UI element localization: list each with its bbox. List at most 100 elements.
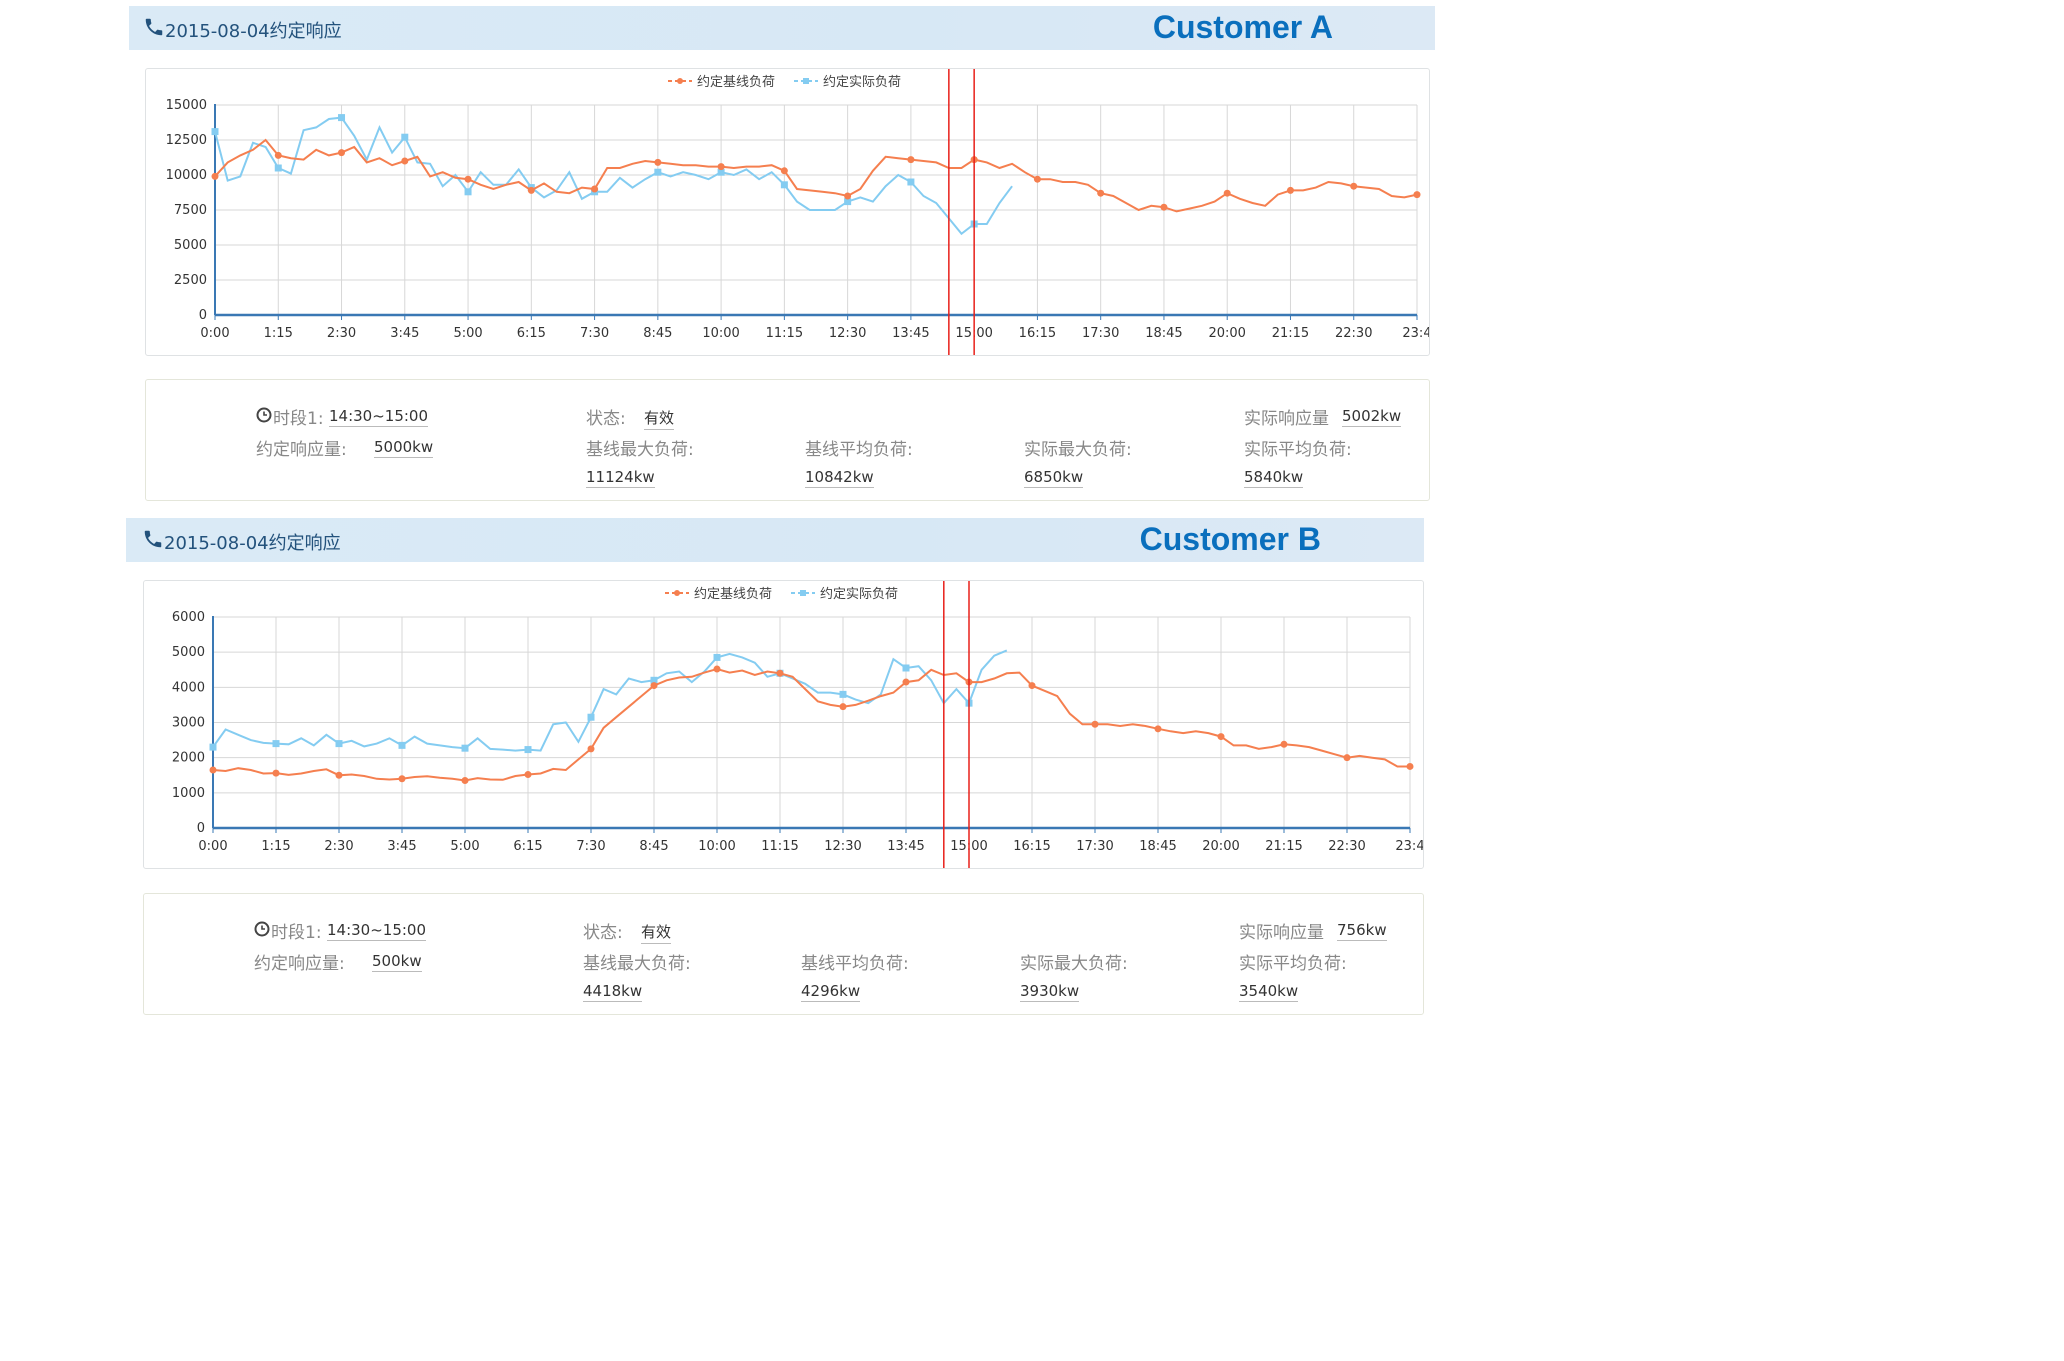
x-tick-label: 23:4 <box>1402 326 1429 341</box>
series-line-baseline <box>214 138 1418 213</box>
data-point-actual <box>335 740 343 748</box>
agreed-response-label: 约定响应量: <box>254 954 345 974</box>
baseline-avg-label: 基线平均负荷: <box>805 440 913 460</box>
y-tick-label: 5000 <box>172 645 205 660</box>
data-point-baseline <box>902 678 910 686</box>
line-chart-b: 0 1000 2000 3000 4000 5000 6000 0:00 1:15 2:30 3:4… <box>172 581 1423 868</box>
clock-icon <box>256 407 272 423</box>
data-point-baseline <box>401 157 409 165</box>
plot-area: 0 1000 2000 3000 4000 5000 6000 0:00 1:15 2:30 3:4… <box>172 610 1423 854</box>
period-value: 14:30~15:00 <box>329 407 429 427</box>
legend-marker-square <box>803 78 809 84</box>
y-tick-label: 12500 <box>166 133 207 148</box>
status-label: 状态: <box>586 409 626 429</box>
x-tick-label: 10:00 <box>698 839 735 854</box>
x-tick-label: 23:4 <box>1395 839 1423 854</box>
legend-marker-circle <box>674 590 680 596</box>
x-tick-label: 13:45 <box>892 326 929 341</box>
series-line-actual <box>212 649 1008 752</box>
actual-max-label: 实际最大负荷: <box>1020 954 1128 974</box>
baseline-max-label: 基线最大负荷: <box>583 954 691 974</box>
legend: 约定基线负荷 约定实际负荷 <box>665 587 898 602</box>
actual-response-value: 756kw <box>1337 921 1387 941</box>
data-point-actual <box>902 664 910 672</box>
data-point-actual <box>401 133 409 141</box>
series-line-baseline <box>212 667 1410 782</box>
actual-avg-value: 3540kw <box>1239 982 1299 1002</box>
x-tick-label: 22:30 <box>1335 326 1372 341</box>
info-panel-b: 时段1: 14:30~15:00 状态: 有效 实际响应量 756kw 约定响应… <box>143 893 1424 1015</box>
data-point-actual <box>464 188 472 196</box>
x-tick-label: 21:15 <box>1272 326 1309 341</box>
baseline-max-value: 11124kw <box>586 468 655 488</box>
x-tick-label: 7:30 <box>580 326 609 341</box>
data-point-baseline <box>717 163 725 171</box>
y-tick-label: 2000 <box>172 751 205 766</box>
data-point-actual <box>780 181 788 189</box>
customer-label: Customer B <box>1139 521 1321 557</box>
data-point-baseline <box>524 771 532 779</box>
baseline-avg-label: 基线平均负荷: <box>801 954 909 974</box>
y-tick-label: 2500 <box>174 273 207 288</box>
baseline-max-label: 基线最大负荷: <box>586 440 694 460</box>
data-point-baseline <box>211 172 219 180</box>
agreed-response-value: 500kw <box>372 952 422 972</box>
data-point-baseline <box>1406 762 1414 770</box>
x-tick-label: 1:15 <box>264 326 293 341</box>
x-tick-label: 17:30 <box>1082 326 1119 341</box>
data-point-baseline <box>1343 754 1351 762</box>
data-point-baseline <box>1413 191 1421 199</box>
x-tick-label: 18:45 <box>1139 839 1176 854</box>
data-point-actual <box>211 128 219 136</box>
status-label: 状态: <box>583 923 623 943</box>
data-point-baseline <box>907 156 915 164</box>
data-point-baseline <box>839 703 847 711</box>
data-point-baseline <box>398 775 406 783</box>
data-point-baseline <box>1154 725 1162 733</box>
actual-response-label: 实际响应量 <box>1239 923 1324 943</box>
data-point-baseline <box>272 769 280 777</box>
legend-marker-circle <box>677 78 683 84</box>
agreed-response-label: 约定响应量: <box>256 440 347 460</box>
period-label: 时段1: <box>273 409 324 429</box>
panel-b-header: 2015-08-04约定响应 Customer B <box>126 518 1424 562</box>
plot-area: 0 2500 5000 7500 10000 12500 15000 0:00 1:15 2:30… <box>166 98 1429 341</box>
data-point-baseline <box>654 158 662 166</box>
data-point-actual <box>839 690 847 698</box>
data-point-baseline <box>1160 203 1168 211</box>
x-tick-label: 13:45 <box>887 839 924 854</box>
actual-max-value: 6850kw <box>1024 468 1084 488</box>
data-point-baseline <box>650 682 658 690</box>
data-point-actual <box>654 168 662 176</box>
data-point-baseline <box>713 665 721 673</box>
x-tick-label: 6:15 <box>513 839 542 854</box>
data-point-baseline <box>464 175 472 183</box>
phone-icon <box>145 18 163 36</box>
data-point-baseline <box>591 185 599 193</box>
x-tick-label: 3:45 <box>387 839 416 854</box>
x-tick-label: 22:30 <box>1328 839 1365 854</box>
date-title: 2015-08-04约定响应 <box>165 21 342 42</box>
y-tick-label: 1000 <box>172 786 205 801</box>
x-tick-label: 18:45 <box>1145 326 1182 341</box>
data-point-baseline <box>776 669 784 677</box>
x-tick-label: 20:00 <box>1202 839 1239 854</box>
legend-label: 约定基线负荷 <box>694 587 772 602</box>
legend-label: 约定基线负荷 <box>697 75 775 90</box>
data-point-baseline <box>1350 182 1358 190</box>
x-tick-label: 11:15 <box>761 839 798 854</box>
baseline-avg-value: 10842kw <box>805 468 874 488</box>
data-point-baseline <box>1286 186 1294 194</box>
agreed-response-value: 5000kw <box>374 438 434 458</box>
actual-avg-label: 实际平均负荷: <box>1239 954 1347 974</box>
data-point-baseline <box>1091 720 1099 728</box>
x-tick-label: 8:45 <box>643 326 672 341</box>
period-value: 14:30~15:00 <box>327 921 427 941</box>
data-point-actual <box>524 746 532 754</box>
data-point-baseline <box>527 186 535 194</box>
x-tick-label: 10:00 <box>702 326 739 341</box>
legend-label: 约定实际负荷 <box>820 587 898 602</box>
legend-label: 约定实际负荷 <box>823 75 901 90</box>
data-point-actual <box>713 653 721 661</box>
chart-panel-a: 0 2500 5000 7500 10000 12500 15000 0:00 1:15 2:30… <box>145 68 1430 356</box>
